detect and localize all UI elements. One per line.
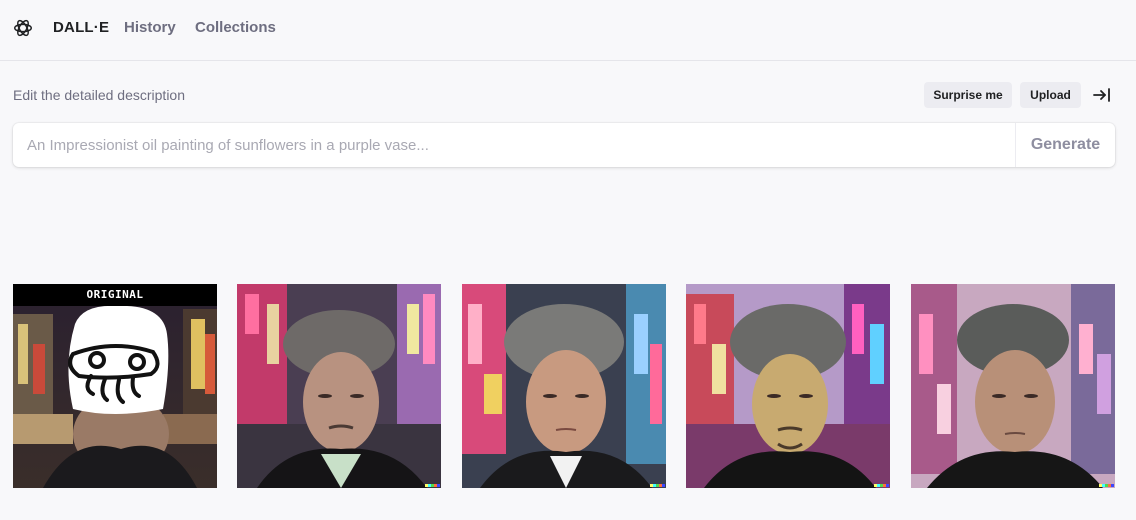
variation-image-tile[interactable] (237, 284, 441, 488)
variation-image-tile[interactable] (462, 284, 666, 488)
variation-image-1 (237, 284, 441, 488)
upload-button[interactable]: Upload (1020, 82, 1081, 108)
nav-collections-link[interactable]: Collections (195, 19, 276, 36)
dalle-signature-mark (425, 484, 440, 487)
openai-logo-icon[interactable] (12, 17, 34, 39)
variation-image-tile[interactable] (686, 284, 890, 488)
nav-history-link[interactable]: History (124, 19, 176, 36)
prompt-box: Generate (13, 123, 1115, 167)
variation-image-3 (686, 284, 890, 488)
dalle-signature-mark (650, 484, 665, 487)
arrow-right-to-line-icon[interactable] (1092, 85, 1112, 105)
variation-image-2 (462, 284, 666, 488)
variation-image-4 (911, 284, 1115, 488)
surprise-me-button[interactable]: Surprise me (924, 82, 1012, 108)
top-navigation: DALL·E History Collections (0, 0, 1136, 61)
variation-image-tile[interactable] (911, 284, 1115, 488)
dalle-signature-mark (874, 484, 889, 487)
generate-button[interactable]: Generate (1015, 123, 1115, 167)
nav-brand-dalle[interactable]: DALL·E (53, 19, 109, 36)
dalle-signature-mark (1099, 484, 1114, 487)
original-label: ORIGINAL (13, 284, 217, 306)
original-image-tile[interactable]: ORIGINAL (13, 284, 217, 488)
prompt-label: Edit the detailed description (13, 87, 185, 103)
prompt-input[interactable] (13, 123, 1015, 167)
original-photo (13, 284, 217, 488)
